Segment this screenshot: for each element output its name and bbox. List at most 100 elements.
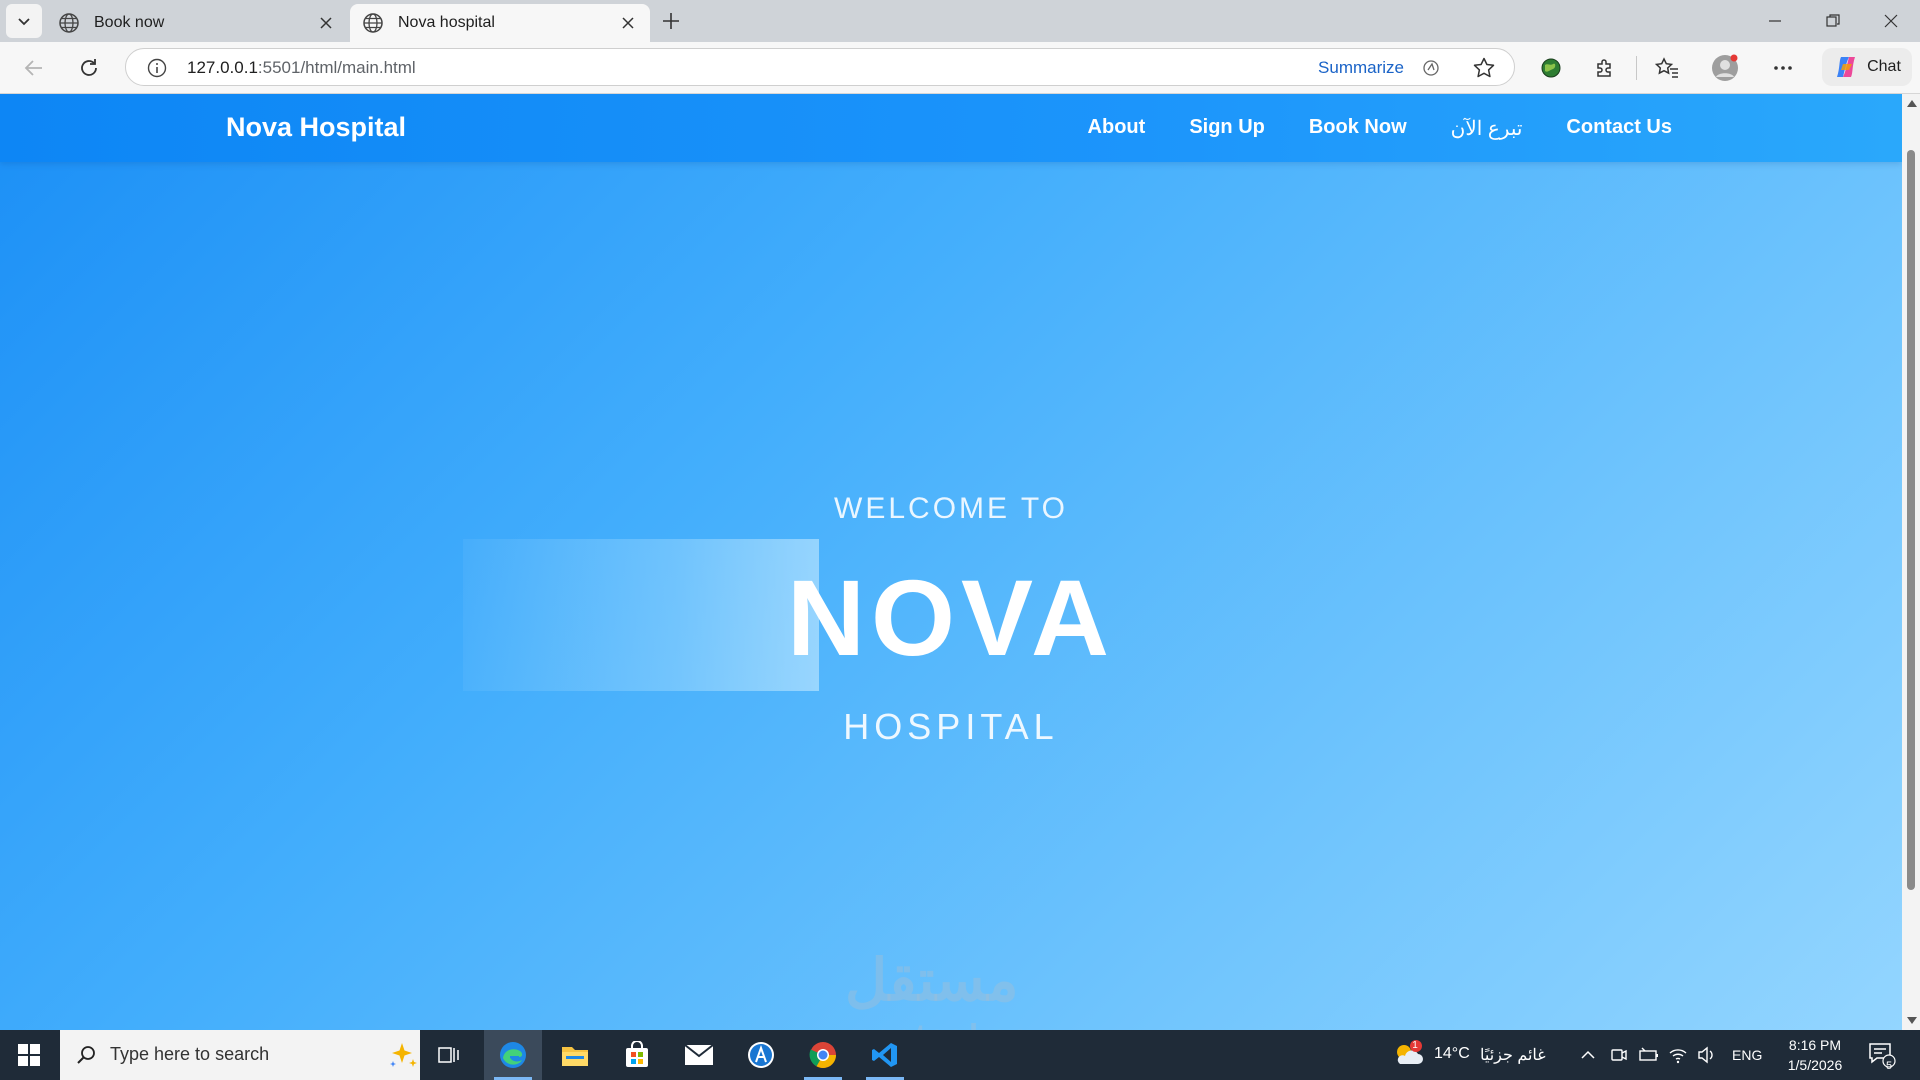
search-placeholder: Type here to search bbox=[110, 1044, 270, 1064]
copilot-chat-button[interactable]: Chat bbox=[1822, 48, 1912, 86]
start-button[interactable] bbox=[0, 1030, 58, 1080]
taskbar-chrome[interactable] bbox=[794, 1030, 852, 1080]
folder-icon bbox=[562, 1047, 588, 1066]
app-a-icon bbox=[748, 1042, 774, 1068]
nav-link-book-now[interactable]: Book Now bbox=[1309, 116, 1407, 141]
task-view-icon bbox=[438, 1047, 459, 1063]
vscode-icon bbox=[872, 1043, 897, 1067]
site-brand[interactable]: Nova Hospital bbox=[226, 112, 406, 143]
nav-link-sign-up[interactable]: Sign Up bbox=[1189, 116, 1265, 141]
summarize-button[interactable]: Summarize bbox=[1318, 58, 1404, 78]
nav-link-contact-us[interactable]: Contact Us bbox=[1566, 116, 1672, 141]
summarize-icon[interactable] bbox=[1420, 57, 1442, 79]
watermark-text: مستقل bbox=[845, 948, 1019, 1013]
tab-title: Book now bbox=[94, 14, 165, 31]
url-path: :5501/html/main.html bbox=[257, 58, 416, 77]
sparkle-icon[interactable] bbox=[388, 1040, 418, 1070]
input-language[interactable]: ENG bbox=[1732, 1047, 1762, 1063]
edge-icon bbox=[500, 1042, 526, 1068]
taskbar-app-a[interactable] bbox=[732, 1030, 790, 1080]
restore-window-button[interactable] bbox=[1804, 0, 1862, 42]
browser-toolbar: 127.0.0.1:5501/html/main.html Summarize … bbox=[0, 42, 1920, 94]
mail-icon bbox=[684, 1044, 714, 1065]
more-menu-button[interactable] bbox=[1766, 51, 1800, 85]
chat-label: Chat bbox=[1867, 58, 1901, 75]
taskbar-file-explorer[interactable] bbox=[546, 1030, 604, 1080]
more-horizontal-icon bbox=[1774, 66, 1792, 70]
task-view-button[interactable] bbox=[420, 1030, 478, 1080]
weather-alert-badge: 1 bbox=[1412, 1040, 1418, 1051]
chrome-icon bbox=[809, 1042, 837, 1069]
tab-actions-menu-button[interactable] bbox=[6, 4, 42, 38]
hero-title: NOVA bbox=[786, 557, 1115, 678]
chevron-down-icon bbox=[18, 18, 30, 26]
close-icon bbox=[320, 17, 332, 29]
weather-condition[interactable]: غائم جزئيًا bbox=[1480, 1045, 1546, 1065]
hero-welcome-text: WELCOME TO bbox=[834, 492, 1068, 525]
tab-book-now[interactable]: Book now bbox=[46, 4, 348, 42]
browser-tab-strip: Book now Nova hospital bbox=[0, 0, 1920, 42]
url-text[interactable]: 127.0.0.1:5501/html/main.html bbox=[187, 58, 416, 78]
tab-close-button[interactable] bbox=[316, 13, 336, 33]
page-scrollbar[interactable] bbox=[1902, 94, 1920, 1030]
store-icon bbox=[626, 1041, 648, 1067]
globe-icon bbox=[363, 13, 383, 33]
scroll-thumb[interactable] bbox=[1907, 150, 1915, 890]
search-icon bbox=[77, 1046, 95, 1064]
url-host: 127.0.0.1 bbox=[187, 58, 258, 77]
watermark-url: mostaql.com bbox=[842, 1018, 1063, 1030]
taskbar-search-box[interactable]: Type here to search bbox=[60, 1030, 420, 1080]
windows-taskbar: Type here to search 1 14°C غائم جزئيًا E… bbox=[0, 1030, 1920, 1080]
close-icon bbox=[622, 17, 634, 29]
close-icon bbox=[1884, 14, 1898, 28]
battery-icon[interactable] bbox=[1638, 1046, 1660, 1064]
extension-globe-button[interactable] bbox=[1534, 51, 1568, 85]
extensions-button[interactable] bbox=[1588, 51, 1622, 85]
favorites-icon bbox=[1655, 57, 1678, 78]
notification-count: 5 bbox=[1885, 1060, 1893, 1072]
profile-button[interactable] bbox=[1708, 51, 1742, 85]
scroll-up-arrow[interactable] bbox=[1907, 100, 1917, 107]
weather-temperature[interactable]: 14°C bbox=[1434, 1045, 1470, 1063]
taskbar-clock[interactable]: 8:16 PM 1/5/2026 bbox=[1770, 1035, 1860, 1075]
page-viewport: Nova Hospital About Sign Up Book Now تبر… bbox=[0, 94, 1902, 1030]
globe-extension-icon bbox=[1541, 58, 1561, 78]
plus-icon bbox=[663, 13, 679, 29]
windows-logo-icon bbox=[18, 1044, 40, 1066]
copilot-icon bbox=[1837, 57, 1856, 77]
refresh-icon bbox=[81, 59, 97, 76]
close-window-button[interactable] bbox=[1862, 0, 1920, 42]
clock-time: 8:16 PM bbox=[1788, 1037, 1842, 1053]
favorites-button[interactable] bbox=[1650, 51, 1684, 85]
nav-links: About Sign Up Book Now تبرع الآن Contact… bbox=[1088, 116, 1672, 141]
taskbar-vscode[interactable] bbox=[856, 1030, 914, 1080]
meet-now-icon[interactable] bbox=[1610, 1045, 1628, 1065]
tab-close-button[interactable] bbox=[618, 13, 638, 33]
taskbar-store[interactable] bbox=[608, 1030, 666, 1080]
taskbar-edge[interactable] bbox=[484, 1030, 542, 1080]
clock-date: 1/5/2026 bbox=[1787, 1057, 1843, 1073]
minimize-icon bbox=[1769, 20, 1781, 22]
scroll-down-arrow[interactable] bbox=[1907, 1017, 1917, 1024]
chevron-up-icon[interactable] bbox=[1580, 1047, 1596, 1063]
wifi-icon[interactable] bbox=[1668, 1045, 1688, 1065]
hero-subtitle: HOSPITAL bbox=[843, 706, 1059, 747]
new-tab-button[interactable] bbox=[656, 6, 686, 36]
nav-link-donate-now[interactable]: تبرع الآن bbox=[1451, 116, 1523, 141]
info-icon[interactable] bbox=[146, 57, 168, 79]
back-button[interactable] bbox=[17, 51, 51, 85]
taskbar-mail[interactable] bbox=[670, 1030, 728, 1080]
star-icon[interactable] bbox=[1472, 56, 1496, 80]
tab-nova-hospital[interactable]: Nova hospital bbox=[350, 4, 650, 42]
nav-link-about[interactable]: About bbox=[1088, 116, 1146, 141]
restore-icon bbox=[1826, 14, 1840, 27]
refresh-button[interactable] bbox=[72, 51, 106, 85]
minimize-window-button[interactable] bbox=[1746, 0, 1804, 42]
volume-icon[interactable] bbox=[1696, 1045, 1716, 1065]
tab-title: Nova hospital bbox=[398, 14, 495, 31]
arrow-left-icon bbox=[24, 60, 42, 76]
puzzle-icon bbox=[1597, 59, 1611, 77]
globe-icon bbox=[59, 13, 79, 33]
site-navbar: Nova Hospital About Sign Up Book Now تبر… bbox=[0, 94, 1902, 162]
address-bar[interactable]: 127.0.0.1:5501/html/main.html Summarize bbox=[125, 48, 1515, 86]
